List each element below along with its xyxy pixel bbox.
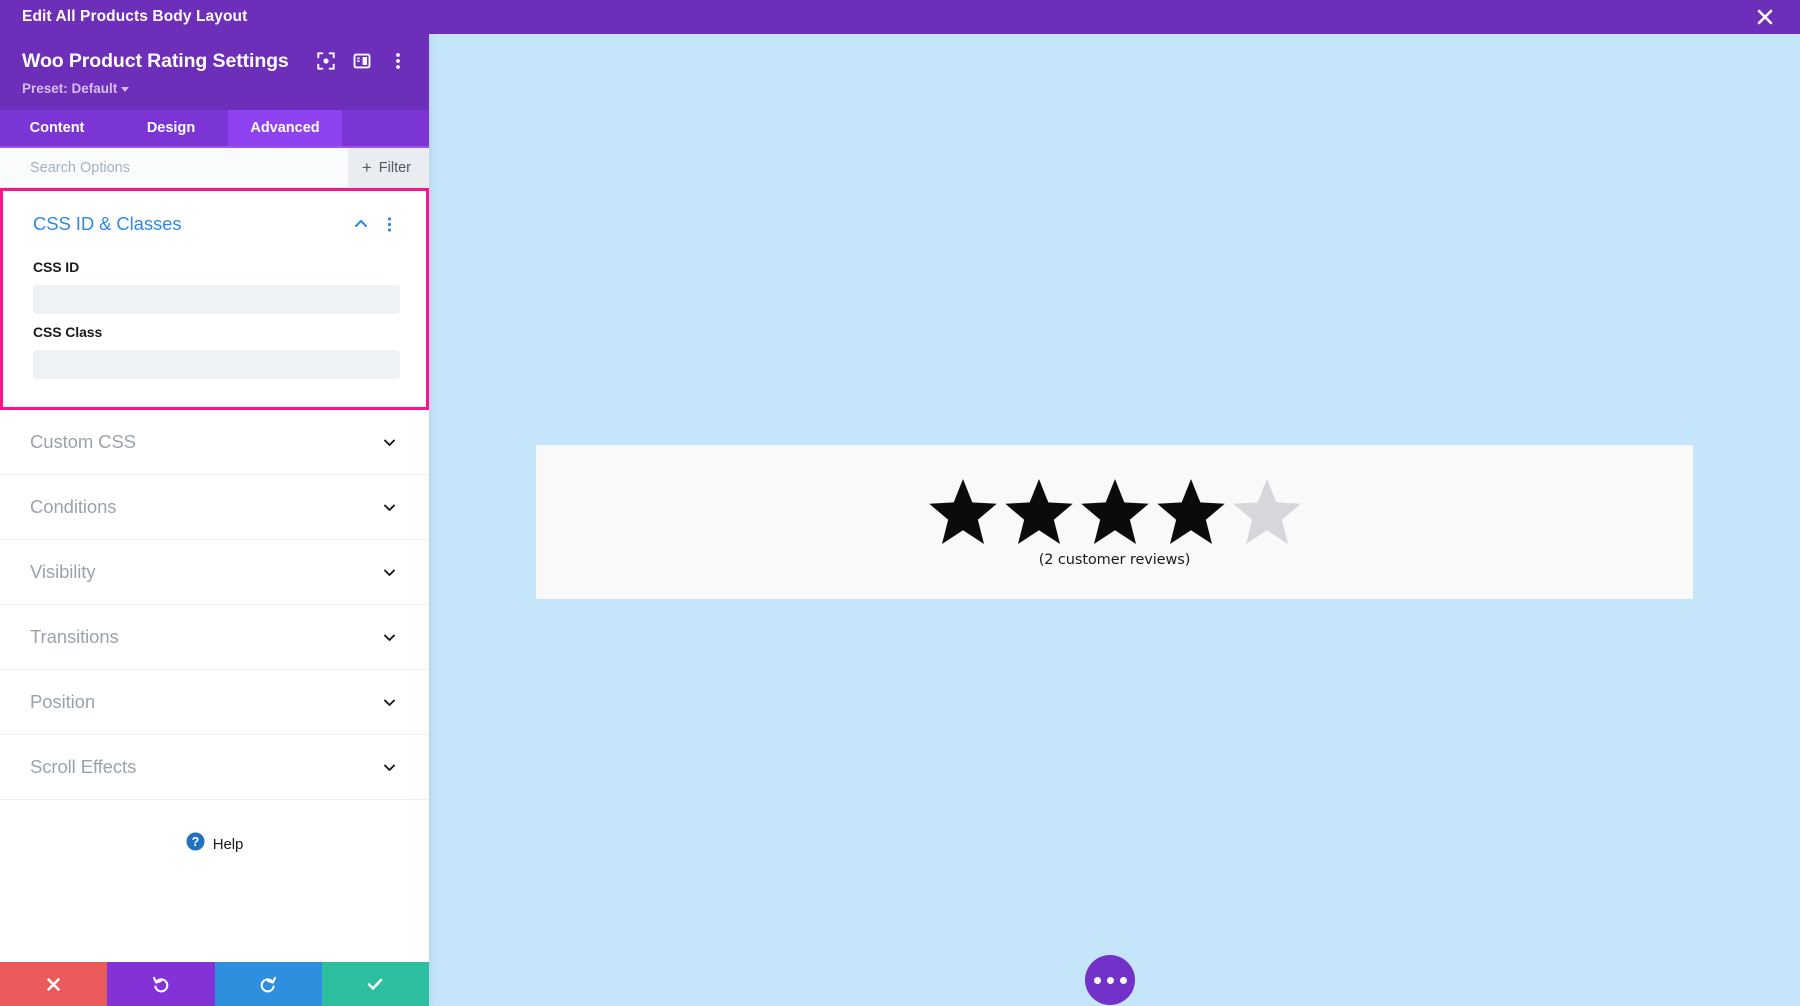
- preset-selector[interactable]: Preset: Default: [22, 81, 130, 96]
- chevron-down-icon: [379, 757, 399, 777]
- section-more-vertical-icon[interactable]: [378, 213, 400, 235]
- fab-dot-2: [1106, 976, 1114, 984]
- help-label: Help: [212, 835, 244, 853]
- section-label: Scroll Effects: [30, 756, 137, 777]
- top-bar: Edit All Products Body Layout: [0, 0, 1800, 34]
- css-class-label: CSS Class: [33, 324, 103, 340]
- redo-button[interactable]: [214, 962, 322, 1006]
- section-label: Conditions: [30, 496, 117, 517]
- more-vertical-icon[interactable]: [385, 48, 411, 74]
- review-count-label: (2 customer reviews): [1038, 552, 1191, 568]
- chevron-down-icon: [379, 497, 399, 517]
- search-row: + Filter: [0, 147, 429, 188]
- section-css-id-and-classes: CSS ID & Classes CSS ID CSS Class: [0, 188, 429, 410]
- settings-tabs: Content Design Advanced: [0, 110, 429, 148]
- star-filled-icon: [928, 479, 997, 544]
- chevron-down-icon: [379, 692, 399, 712]
- rating-module-card[interactable]: (2 customer reviews): [536, 445, 1693, 599]
- section-label: Custom CSS: [30, 431, 136, 452]
- panel-header: Woo Product Rating Settings Preset: Defa…: [0, 34, 429, 110]
- section-position[interactable]: Position: [0, 670, 429, 735]
- chevron-down-icon: [379, 562, 399, 582]
- search-input[interactable]: [0, 159, 348, 176]
- section-title: CSS ID & Classes: [33, 213, 182, 234]
- svg-text:?: ?: [191, 835, 199, 849]
- filter-label: Filter: [378, 159, 411, 176]
- css-class-input[interactable]: [33, 350, 400, 379]
- panel-body: CSS ID & Classes CSS ID CSS Class Custom…: [0, 188, 429, 962]
- section-label: Position: [30, 691, 96, 712]
- help-link[interactable]: ? Help: [0, 832, 429, 856]
- plus-icon: +: [361, 158, 372, 177]
- discard-button[interactable]: [0, 962, 108, 1006]
- chevron-down-icon: [379, 432, 399, 452]
- field-css-class: CSS Class: [33, 324, 400, 379]
- undo-button[interactable]: [107, 962, 215, 1006]
- star-filled-icon: [1004, 479, 1073, 544]
- more-options-fab[interactable]: [1085, 955, 1135, 1005]
- star-filled-icon: [1156, 479, 1225, 544]
- fab-dot-3: [1119, 976, 1127, 984]
- section-transitions[interactable]: Transitions: [0, 605, 429, 670]
- css-id-input[interactable]: [33, 285, 400, 314]
- css-id-label: CSS ID: [33, 259, 80, 275]
- section-custom-css[interactable]: Custom CSS: [0, 410, 429, 475]
- page-title: Edit All Products Body Layout: [22, 8, 248, 25]
- tab-design[interactable]: Design: [114, 110, 228, 146]
- section-label: Visibility: [30, 561, 96, 582]
- focus-target-icon[interactable]: [313, 48, 339, 74]
- module-title: Woo Product Rating Settings: [22, 49, 289, 72]
- preset-label: Preset: Default: [22, 81, 118, 96]
- star-rating[interactable]: [925, 476, 1305, 548]
- section-header[interactable]: CSS ID & Classes: [33, 205, 400, 249]
- section-conditions[interactable]: Conditions: [0, 475, 429, 540]
- tab-content[interactable]: Content: [0, 110, 114, 146]
- panel-footer: [0, 962, 429, 1006]
- star-filled-icon: [1080, 479, 1149, 544]
- fab-dot-1: [1093, 976, 1101, 984]
- section-label: Transitions: [30, 626, 119, 647]
- chevron-down-icon: [379, 627, 399, 647]
- chevron-up-icon[interactable]: [350, 213, 372, 235]
- close-icon[interactable]: [1754, 6, 1776, 28]
- question-circle-icon: ?: [186, 832, 205, 856]
- tab-advanced[interactable]: Advanced: [228, 110, 342, 146]
- panel-layout-icon[interactable]: [349, 48, 375, 74]
- settings-panel: Woo Product Rating Settings Preset: Defa…: [0, 34, 429, 1006]
- field-css-id: CSS ID: [33, 259, 400, 314]
- caret-down-icon: [121, 86, 130, 92]
- section-visibility[interactable]: Visibility: [0, 540, 429, 605]
- section-scroll-effects[interactable]: Scroll Effects: [0, 735, 429, 800]
- save-button[interactable]: [321, 962, 429, 1006]
- filter-button[interactable]: + Filter: [347, 147, 429, 188]
- star-empty-icon: [1232, 479, 1301, 544]
